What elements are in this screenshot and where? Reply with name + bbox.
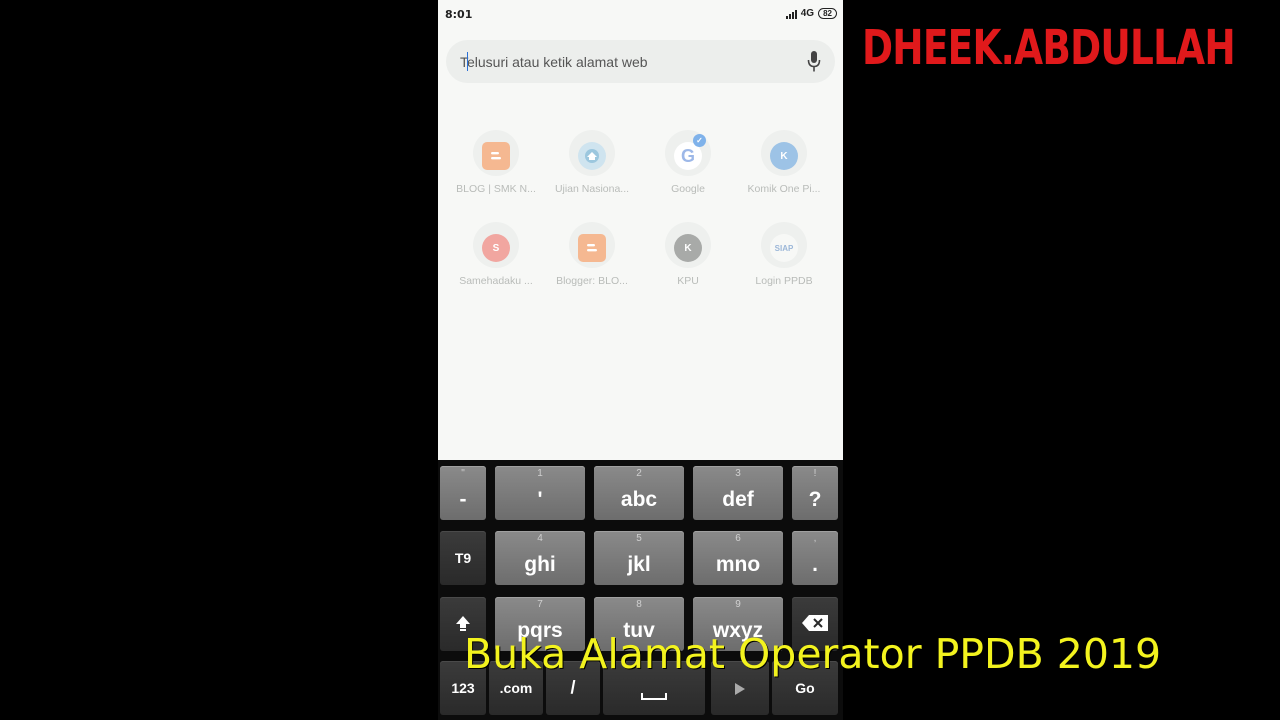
shortcut-halo — [569, 222, 615, 268]
battery-icon: 82 — [818, 8, 837, 19]
video-caption: Buka Alamat Operator PPDB 2019 — [464, 630, 1162, 678]
phone-screen: 8:01 4G 82 BLOG | SMK N... — [438, 0, 843, 460]
key-main-label: ' — [537, 488, 543, 511]
key-5[interactable]: 5 jkl — [594, 531, 684, 585]
key-sub-label: 1 — [537, 468, 543, 479]
key-sub-label: 2 — [636, 468, 642, 479]
key-main-label: Go — [795, 680, 815, 696]
shortcut-halo: SIAP — [761, 222, 807, 268]
key-main-label: mno — [715, 553, 761, 576]
key-sub-label: 9 — [735, 599, 741, 610]
shortcut-tile[interactable]: S Samehadaku ... — [448, 222, 544, 287]
key-main-label: ? — [808, 488, 822, 511]
key-3[interactable]: 3 def — [693, 466, 783, 520]
siap-logo-text: SIAP — [774, 243, 794, 253]
key-sub-label: 8 — [636, 599, 642, 610]
status-icons: 4G 82 — [785, 8, 837, 19]
status-bar: 8:01 4G 82 — [438, 0, 843, 28]
key-question[interactable]: ! ? — [792, 466, 838, 520]
t9-keyboard: " - 1 ' 2 abc 3 def ! ? T9 4 ghi 5 jkl 6… — [438, 460, 843, 720]
backspace-icon — [802, 615, 828, 631]
blogger-icon — [578, 234, 606, 262]
letter-k-icon: K — [770, 142, 798, 170]
next-arrow-icon — [735, 683, 745, 695]
shortcut-label: Google — [671, 183, 705, 195]
shortcut-tile[interactable]: SIAP Login PPDB — [736, 222, 832, 287]
shortcut-halo: K — [761, 130, 807, 176]
address-bar[interactable] — [446, 40, 835, 83]
key-main-label: jkl — [627, 553, 651, 576]
shortcut-tile[interactable]: K Komik One Pi... — [736, 130, 832, 195]
shortcut-letter: K — [780, 150, 788, 162]
shortcut-label: Login PPDB — [755, 275, 813, 287]
shortcut-letter: S — [492, 242, 500, 254]
blogger-icon — [482, 142, 510, 170]
key-main-label: def — [722, 488, 754, 511]
shortcut-label: Ujian Nasiona... — [554, 183, 630, 195]
key-period[interactable]: , . — [792, 531, 838, 585]
shortcut-tile[interactable]: BLOG | SMK N... — [448, 130, 544, 195]
key-main-label: / — [570, 677, 576, 698]
shortcut-halo — [473, 130, 519, 176]
shortcut-tile[interactable]: K KPU — [640, 222, 736, 287]
key-sub-label: 6 — [735, 533, 741, 544]
shortcut-label: Komik One Pi... — [747, 183, 821, 195]
shortcut-tile[interactable]: G ✓ Google — [640, 130, 736, 195]
kemdikbud-glyph — [585, 149, 599, 163]
shortcut-label: KPU — [677, 275, 699, 287]
shortcut-halo — [569, 130, 615, 176]
key-4[interactable]: 4 ghi — [495, 531, 585, 585]
battery-level: 82 — [823, 9, 832, 18]
channel-watermark: DHEEK.ABDULLAH — [862, 20, 1236, 76]
google-icon: G ✓ — [674, 134, 706, 170]
key-sub-label: 5 — [636, 533, 642, 544]
status-time: 8:01 — [445, 8, 473, 21]
text-cursor — [467, 52, 468, 71]
search-input[interactable] — [458, 48, 792, 76]
key-sub-label: , — [813, 533, 817, 544]
key-main-label: .com — [499, 680, 533, 696]
blogger-glyph — [491, 152, 501, 160]
key-main-label: abc — [620, 488, 658, 511]
key-sub-label: ! — [813, 468, 817, 479]
key-dash[interactable]: " - — [440, 466, 486, 520]
shortcut-label: Samehadaku ... — [459, 275, 533, 287]
key-sub-label: 4 — [537, 533, 543, 544]
shortcut-halo: G ✓ — [665, 130, 711, 176]
key-6[interactable]: 6 mno — [693, 531, 783, 585]
key-sub-label: " — [461, 468, 465, 479]
siap-logo-icon: SIAP — [770, 234, 798, 262]
shortcut-tile[interactable]: Blogger: BLO... — [544, 222, 640, 287]
blogger-glyph — [587, 244, 597, 252]
space-bar-icon — [641, 693, 667, 700]
edit-badge-icon: ✓ — [693, 134, 706, 147]
key-2[interactable]: 2 abc — [594, 466, 684, 520]
shortcut-label: Blogger: BLO... — [556, 275, 628, 287]
mic-icon[interactable] — [807, 51, 821, 73]
signal-icon — [785, 9, 797, 19]
shortcut-label: BLOG | SMK N... — [456, 183, 536, 195]
key-t9-mode[interactable]: T9 — [440, 531, 486, 585]
network-type: 4G — [800, 8, 815, 19]
key-main-label: T9 — [454, 550, 472, 566]
key-main-label: . — [812, 553, 818, 576]
shortcut-halo: K — [665, 222, 711, 268]
shortcut-letter: K — [684, 242, 692, 254]
key-sub-label: 7 — [537, 599, 543, 610]
shortcut-halo: S — [473, 222, 519, 268]
letter-k-icon: K — [674, 234, 702, 262]
key-sub-label: 3 — [735, 468, 741, 479]
key-main-label: 123 — [451, 680, 475, 696]
letter-s-icon: S — [482, 234, 510, 262]
kemdikbud-logo-icon — [578, 142, 606, 170]
key-main-label: ghi — [524, 553, 556, 576]
shortcut-tile[interactable]: Ujian Nasiona... — [544, 130, 640, 195]
key-main-label: - — [459, 488, 467, 511]
key-1[interactable]: 1 ' — [495, 466, 585, 520]
google-letter: G — [680, 145, 695, 166]
